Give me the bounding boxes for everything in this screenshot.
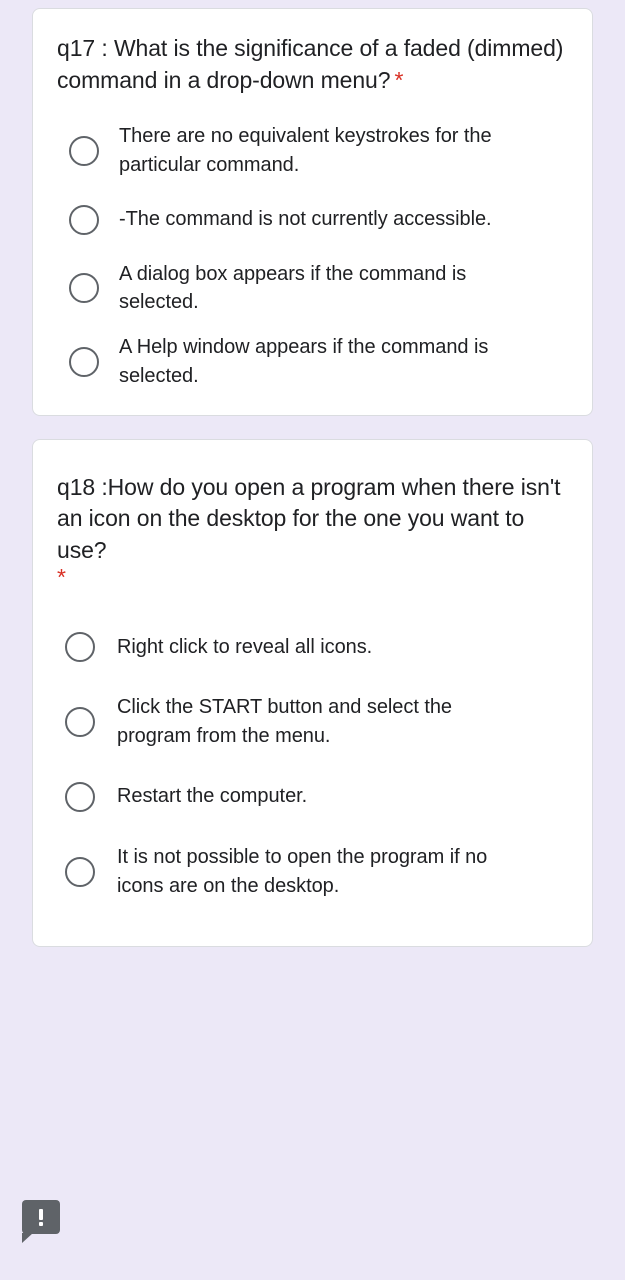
- radio-button-icon[interactable]: [69, 346, 99, 377]
- question-title-q17: q17 : What is the significance of a fade…: [57, 33, 568, 96]
- radio-button-icon[interactable]: [69, 135, 99, 166]
- option-label: Restart the computer.: [117, 785, 308, 808]
- radio-button-icon[interactable]: [65, 856, 95, 887]
- option-label: There are no equivalent keystrokes for t…: [119, 125, 492, 176]
- option-row[interactable]: -The command is not currently accessible…: [57, 196, 568, 244]
- question-card-q17[interactable]: q17 : What is the significance of a fade…: [32, 8, 593, 416]
- question-text-q17: q17 : What is the significance of a fade…: [57, 35, 564, 93]
- option-label: It is not possible to open the program i…: [117, 845, 488, 897]
- feedback-tab-button[interactable]: [22, 1200, 60, 1243]
- radio-button-icon[interactable]: [65, 781, 95, 812]
- option-label: Click the START button and select the pr…: [117, 696, 452, 748]
- question-title-q18: q18 :How do you open a program when ther…: [57, 472, 568, 590]
- option-label: Right click to reveal all icons.: [117, 635, 373, 658]
- options-list-q17: There are no equivalent keystrokes for t…: [57, 122, 568, 391]
- option-label: -The command is not currently accessible…: [119, 208, 492, 231]
- radio-button-icon[interactable]: [69, 204, 99, 235]
- question-card-q18[interactable]: q18 :How do you open a program when ther…: [32, 438, 593, 948]
- question-text-q18: q18 :How do you open a program when ther…: [57, 473, 561, 563]
- option-row[interactable]: It is not possible to open the program i…: [57, 843, 568, 901]
- option-label: A dialog box appears if the command is s…: [119, 262, 467, 314]
- option-label: A Help window appears if the command is …: [119, 336, 489, 387]
- option-row[interactable]: A dialog box appears if the command is s…: [57, 260, 568, 318]
- option-row[interactable]: Restart the computer.: [57, 773, 568, 821]
- options-list-q18: Right click to reveal all icons. Click t…: [57, 623, 568, 900]
- radio-button-icon[interactable]: [65, 707, 95, 738]
- exclamation-icon: [39, 1208, 43, 1226]
- required-asterisk-q17: *: [394, 66, 404, 93]
- required-asterisk-q18: *: [57, 564, 66, 591]
- option-row[interactable]: There are no equivalent keystrokes for t…: [57, 122, 568, 180]
- option-row[interactable]: Click the START button and select the pr…: [57, 693, 568, 751]
- option-row[interactable]: A Help window appears if the command is …: [57, 333, 568, 391]
- radio-button-icon[interactable]: [69, 273, 99, 304]
- form-scroll-container[interactable]: q17 : What is the significance of a fade…: [0, 0, 625, 1280]
- radio-button-icon[interactable]: [65, 632, 95, 663]
- option-row[interactable]: Right click to reveal all icons.: [57, 623, 568, 671]
